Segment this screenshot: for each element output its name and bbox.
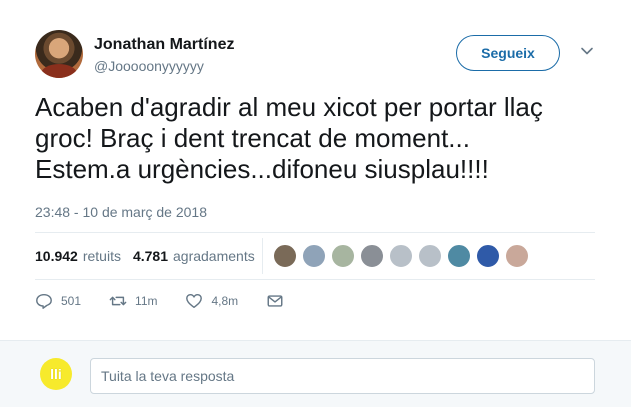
retweets-count[interactable]: 10.942 bbox=[35, 248, 78, 264]
retweet-count: 11m bbox=[135, 294, 158, 308]
liker-avatar[interactable] bbox=[389, 244, 413, 268]
chevron-down-icon[interactable] bbox=[580, 44, 594, 58]
author-name[interactable]: Jonathan Martínez bbox=[94, 36, 234, 54]
reply-user-avatar: lli bbox=[40, 358, 72, 390]
likes-count[interactable]: 4.781 bbox=[133, 248, 168, 264]
tweet-timestamp[interactable]: 23:48 - 10 de març de 2018 bbox=[35, 204, 207, 220]
liker-avatar[interactable] bbox=[476, 244, 500, 268]
tweet-card: Jonathan Martínez @Jooooonyyyyyy Segueix… bbox=[0, 0, 631, 340]
likes-label[interactable]: agradaments bbox=[173, 248, 255, 264]
retweet-action[interactable]: 11m bbox=[109, 292, 157, 310]
liker-avatar[interactable] bbox=[360, 244, 384, 268]
liker-avatar[interactable] bbox=[273, 244, 297, 268]
retweets-label[interactable]: retuits bbox=[83, 248, 121, 264]
tweet-text: Acaben d'agradir al meu xicot per portar… bbox=[35, 92, 543, 184]
divider bbox=[35, 232, 595, 233]
liker-avatar[interactable] bbox=[418, 244, 442, 268]
likers-avatars bbox=[273, 244, 534, 268]
liker-avatar[interactable] bbox=[505, 244, 529, 268]
author-avatar[interactable] bbox=[35, 30, 83, 78]
liker-avatar[interactable] bbox=[447, 244, 471, 268]
tweet-stats: 10.942 retuits 4.781 agradaments bbox=[35, 246, 267, 266]
liker-avatar[interactable] bbox=[302, 244, 326, 268]
reply-count: 501 bbox=[61, 294, 82, 308]
envelope-icon bbox=[267, 295, 283, 307]
divider bbox=[35, 279, 595, 280]
reply-icon bbox=[36, 293, 52, 309]
liker-avatar[interactable] bbox=[331, 244, 355, 268]
reply-action[interactable]: 501 bbox=[35, 292, 81, 310]
follow-button[interactable]: Segueix bbox=[456, 35, 560, 71]
tweet-actions: 501 11m 4,8m bbox=[35, 292, 320, 310]
reply-bar: lli bbox=[0, 340, 631, 407]
like-count: 4,8m bbox=[211, 294, 239, 308]
message-action[interactable] bbox=[266, 292, 292, 310]
stats-divider bbox=[262, 238, 263, 274]
like-action[interactable]: 4,8m bbox=[185, 292, 238, 310]
heart-icon bbox=[186, 293, 203, 309]
retweet-icon bbox=[109, 296, 127, 306]
author-handle[interactable]: @Jooooonyyyyyy bbox=[94, 58, 204, 74]
reply-input[interactable] bbox=[90, 358, 595, 394]
